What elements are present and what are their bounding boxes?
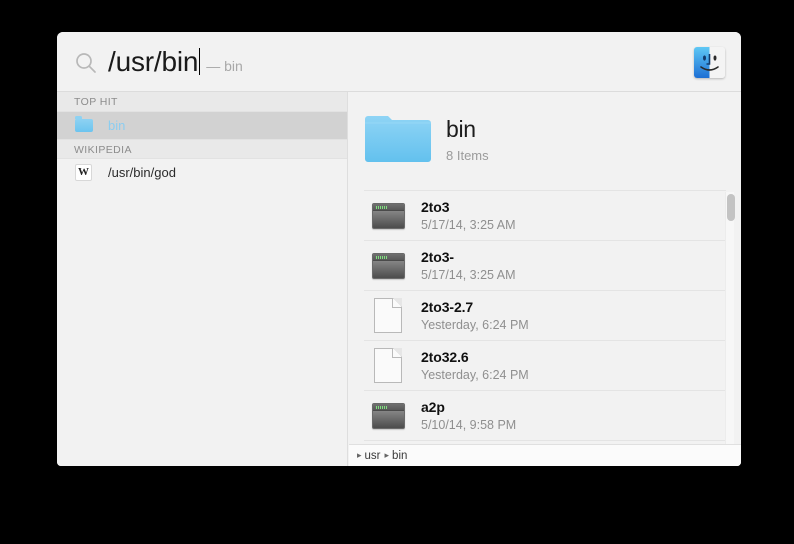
section-header-top-hit: TOP HIT (57, 92, 347, 112)
file-date: 5/17/14, 3:25 AM (421, 267, 516, 282)
search-input[interactable]: /usr/bin — bin (108, 44, 243, 82)
list-item[interactable]: 2to3 5/17/14, 3:25 AM (364, 190, 726, 240)
preview-pane: bin 8 Items 2to3 5/17/14, 3:25 AM 2to3- … (349, 92, 741, 466)
file-name: 2to32.6 (421, 348, 469, 365)
preview-subtitle: 8 Items (446, 148, 489, 163)
list-item[interactable]: 2to32.6 Yesterday, 6:24 PM (364, 340, 726, 390)
file-name: a2p (421, 398, 445, 415)
document-icon (369, 297, 407, 335)
file-date: 5/17/14, 3:25 AM (421, 217, 516, 232)
file-list-scrollbar[interactable] (725, 192, 735, 452)
file-date: Yesterday, 6:24 PM (421, 317, 529, 332)
chevron-right-icon: ▸ (384, 450, 390, 460)
spotlight-body: TOP HIT bin WIKIPEDIA W /usr/bin/god bin… (57, 92, 741, 466)
file-name: 2to3- (421, 248, 454, 265)
executable-icon (369, 197, 407, 235)
executable-icon (369, 397, 407, 435)
list-item[interactable]: 2to3-2.7 Yesterday, 6:24 PM (364, 290, 726, 340)
sidebar-item-label: bin (108, 117, 126, 133)
search-query-text: /usr/bin (108, 46, 199, 77)
file-list[interactable]: 2to3 5/17/14, 3:25 AM 2to3- 5/17/14, 3:2… (364, 190, 726, 466)
breadcrumb-item-usr[interactable]: usr (365, 450, 381, 462)
text-cursor (199, 48, 201, 75)
search-icon (75, 52, 97, 74)
sidebar-item-wikipedia-result[interactable]: W /usr/bin/god (57, 159, 347, 186)
chevron-right-icon: ▸ (357, 450, 362, 460)
list-item[interactable]: a2p 5/10/14, 9:58 PM (364, 390, 726, 440)
spotlight-window: /usr/bin — bin TOP HIT bin WIKIPEDIA W /… (57, 32, 741, 466)
sidebar-item-label: /usr/bin/god (108, 164, 176, 180)
preview-title: bin (446, 116, 476, 142)
preview-header: bin 8 Items (349, 92, 741, 190)
search-suffix-text: — bin (206, 58, 243, 74)
sidebar-item-bin[interactable]: bin (57, 112, 347, 139)
wikipedia-icon: W (74, 164, 93, 181)
file-name: 2to3 (421, 198, 450, 215)
document-icon (369, 347, 407, 385)
spotlight-search-bar: /usr/bin — bin (57, 32, 741, 92)
scrollbar-thumb[interactable] (727, 194, 735, 221)
finder-icon[interactable] (694, 47, 725, 78)
executable-icon (369, 247, 407, 285)
breadcrumb: ▸ usr ▸ bin (349, 444, 741, 466)
breadcrumb-item-bin[interactable]: bin (392, 450, 407, 462)
file-name: 2to3-2.7 (421, 298, 474, 315)
results-sidebar: TOP HIT bin WIKIPEDIA W /usr/bin/god (57, 92, 348, 466)
desktop-background: /usr/bin — bin TOP HIT bin WIKIPEDIA W /… (0, 0, 794, 544)
section-header-wikipedia: WIKIPEDIA (57, 139, 347, 159)
folder-icon (364, 110, 432, 165)
folder-icon (74, 116, 93, 134)
file-date: 5/10/14, 9:58 PM (421, 417, 517, 432)
list-item[interactable]: 2to3- 5/17/14, 3:25 AM (364, 240, 726, 290)
file-date: Yesterday, 6:24 PM (421, 367, 529, 382)
